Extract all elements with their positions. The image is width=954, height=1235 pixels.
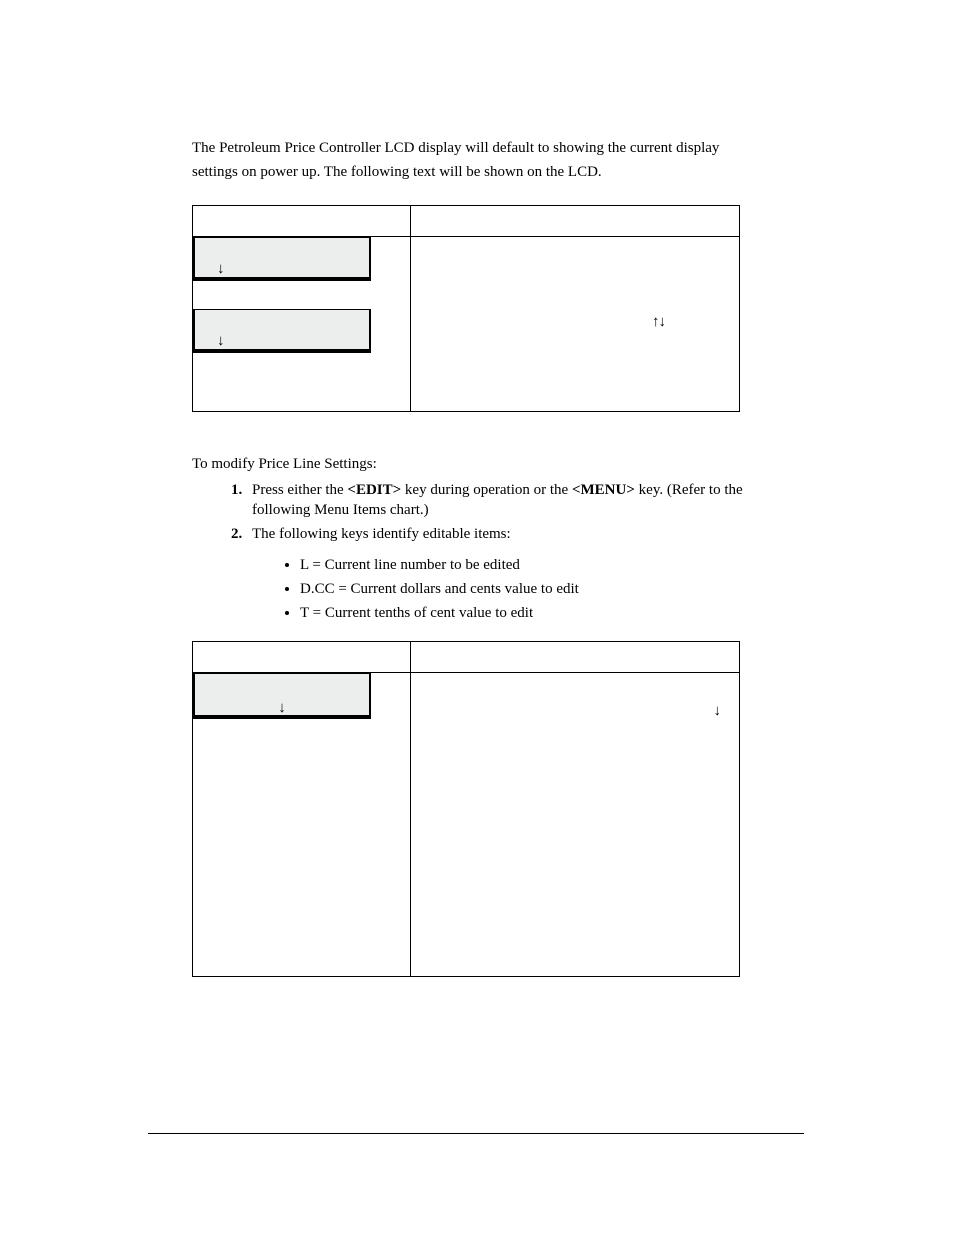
step2-text: The following keys identify editable ite… xyxy=(252,526,511,542)
sub-item-DCC: D.CC = Current dollars and cents value t… xyxy=(300,579,804,599)
down-arrow-icon: ↓ xyxy=(217,262,225,277)
lcd-table-2: ↓ ↓ xyxy=(192,641,740,977)
content-column: The Petroleum Price Controller LCD displ… xyxy=(192,138,804,977)
sub-item-L: L = Current line number to be edited xyxy=(300,555,804,575)
intro-line-1: The Petroleum Price Controller LCD displ… xyxy=(192,138,804,158)
lcd-box-1: ↓ xyxy=(193,237,371,281)
t1-body-right: ↑↓ xyxy=(411,236,740,411)
steps-list: Press either the <EDIT> key during opera… xyxy=(192,480,804,624)
menu-key-label: <MENU> xyxy=(572,482,635,498)
page: The Petroleum Price Controller LCD displ… xyxy=(0,0,954,1235)
step1-text-a: Press either the xyxy=(252,482,347,498)
modify-lead: To modify Price Line Settings: xyxy=(192,454,804,474)
step2-sublist: L = Current line number to be edited D.C… xyxy=(252,555,804,624)
sub-item-T: T = Current tenths of cent value to edit xyxy=(300,603,804,623)
intro-line-2: settings on power up. The following text… xyxy=(192,162,804,182)
up-down-arrow-icon: ↑↓ xyxy=(652,313,665,329)
step1-text-d: following Menu Items chart.) xyxy=(252,502,429,518)
lcd-box-3: ↓ xyxy=(193,673,371,719)
edit-key-label: <EDIT> xyxy=(347,482,401,498)
step1-text-c: key. (Refer to the xyxy=(635,482,743,498)
t1-body-left: ↓ ↓ xyxy=(193,236,411,411)
lcd-table-1: ↓ ↓ ↑↓ xyxy=(192,205,740,412)
t1-right-content: ↑↓ xyxy=(411,311,691,331)
down-arrow-icon: ↓ xyxy=(217,334,225,349)
step-1: Press either the <EDIT> key during opera… xyxy=(246,480,804,521)
footer-rule xyxy=(148,1133,804,1134)
step-2: The following keys identify editable ite… xyxy=(246,524,804,623)
t2-header-right xyxy=(411,642,740,673)
t2-header-left xyxy=(193,642,411,673)
down-arrow-icon: ↓ xyxy=(714,701,722,721)
t2-body-right: ↓ xyxy=(411,673,740,977)
step1-text-b: key during operation or the xyxy=(401,482,572,498)
t1-header-left xyxy=(193,205,411,236)
lcd-box-2: ↓ xyxy=(193,309,371,353)
down-arrow-icon: ↓ xyxy=(278,701,286,716)
t1-header-right xyxy=(411,205,740,236)
t2-body-left: ↓ xyxy=(193,673,411,977)
